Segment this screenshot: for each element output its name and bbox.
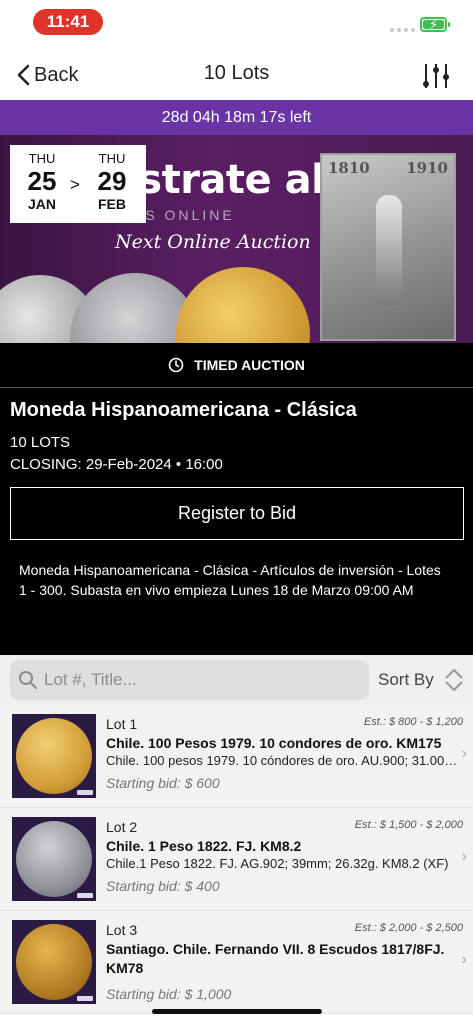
lot-description: Chile. 100 pesos 1979. 10 cóndores de or… [106,753,461,768]
lot-number: Lot 1 [106,716,138,732]
starting-bid: Starting bid: $ 400 [106,878,220,894]
chevron-right-icon: › [461,745,467,762]
page-title: 10 Lots [203,62,270,84]
chevron-right-icon: › [461,951,467,968]
gold-coin-image [176,267,310,343]
lot-row[interactable]: Lot 2 Est.: $ 1,500 - $ 2,000 Chile. 1 P… [0,808,473,911]
plaque-year-right: 1910 [406,159,448,177]
auction-date-card: THU 25 JAN > THU 29 FEB [10,145,146,223]
banner-script: Next Online Auction [115,231,311,253]
home-indicator[interactable] [152,1009,322,1014]
charging-bolt-icon: ⚡ [429,17,439,32]
start-date: THU 25 JAN [27,151,57,212]
watermark-logo [77,996,93,1001]
lot-row[interactable]: Lot 3 Est.: $ 2,000 - $ 2,500 Santiago. … [0,911,473,1014]
lot-description: Chile.1 Peso 1822. FJ. AG.902; 39mm; 26.… [106,856,449,871]
lot-estimate: Est.: $ 1,500 - $ 2,000 [354,819,463,831]
nav-bar: Back 10 Lots [0,50,473,100]
lot-list: Lot 1 Est.: $ 800 - $ 1,200 Chile. 100 P… [0,705,473,1014]
signal-icon [390,28,415,32]
auction-title: Moneda Hispanoamericana - Clásica [10,399,357,421]
lot-estimate: Est.: $ 800 - $ 1,200 [363,716,463,728]
lot-title: Chile. 100 Pesos 1979. 10 condores de or… [106,735,442,751]
lot-number: Lot 3 [106,922,138,938]
search-box[interactable] [10,660,369,700]
status-bar: 11:41 ⚡ [0,0,473,50]
auction-banner: Regístrate ahora SUBASTAS ONLINE Next On… [0,135,473,343]
date-arrow: > [70,175,80,194]
commemorative-plaque-image: 1810 1910 [320,153,456,341]
timed-auction-label: TIMED AUCTION [0,343,473,387]
auction-description: Moneda Hispanoamericana - Clásica - Artí… [19,562,441,598]
end-date: THU 29 FEB [97,151,127,212]
sort-chevrons-icon [445,669,463,691]
search-icon [19,671,37,689]
divider [0,387,473,388]
filter-button[interactable] [420,60,452,92]
lot-estimate: Est.: $ 2,000 - $ 2,500 [354,922,463,934]
sort-label: Sort By [378,670,434,689]
lot-thumbnail [12,920,96,1004]
clock-icon [168,357,184,373]
auction-info: TIMED AUCTION Moneda Hispanoamericana - … [0,343,473,655]
gold-coin-image [16,718,92,794]
search-input[interactable] [44,670,344,690]
lot-thumbnail [12,817,96,901]
search-bar-area: Sort By [0,655,473,705]
starting-bid: Starting bid: $ 600 [106,775,220,791]
plaque-year-left: 1810 [328,159,370,177]
lot-title: Chile. 1 Peso 1822. FJ. KM8.2 [106,838,302,854]
closing-time: CLOSING: 29-Feb-2024 • 16:00 [10,456,223,473]
lot-title: Santiago. Chile. Fernando VII. 8 Escudos… [106,941,445,976]
plaque-figure [376,195,402,305]
status-time: 11:41 [33,9,103,35]
watermark-logo [77,790,93,795]
watermark-logo [77,893,93,898]
gold-coin-image [16,924,92,1000]
silver-coin-image [16,821,92,897]
starting-bid: Starting bid: $ 1,000 [106,986,232,1002]
sort-by-button[interactable]: Sort By [378,667,464,693]
countdown-bar: 28d 04h 18m 17s left [0,100,473,135]
lot-number: Lot 2 [106,819,138,835]
lot-row[interactable]: Lot 1 Est.: $ 800 - $ 1,200 Chile. 100 P… [0,705,473,808]
chevron-right-icon: › [461,848,467,865]
register-to-bid-button[interactable]: Register to Bid [10,487,464,540]
sliders-icon [423,64,449,88]
lot-thumbnail [12,714,96,798]
lots-count: 10 LOTS [10,434,71,451]
